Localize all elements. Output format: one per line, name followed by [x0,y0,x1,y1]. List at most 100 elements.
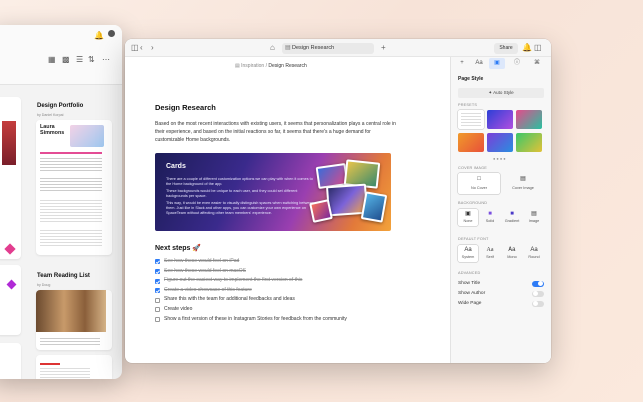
font-serif-option[interactable]: Aa Serif [480,245,500,262]
pagination-dots[interactable]: ●●●● [493,156,507,161]
todo-item[interactable]: Figure out the easiest way to implement … [155,276,347,286]
wide-page-row: Wide Page [458,299,544,308]
view-toggle-icon[interactable]: ▦ [48,55,56,64]
next-steps-heading[interactable]: Next steps 🚀 [155,244,201,252]
option-label: None [463,219,473,223]
more-icon[interactable]: ⋯ [102,55,110,64]
background-image-option[interactable]: ▤ Image [524,209,544,226]
avatar[interactable] [108,30,115,37]
bell-icon[interactable]: 🔔 [522,42,532,54]
magic-icon: ✦ [488,90,493,95]
page-card[interactable] [0,343,21,379]
address-text: Design Research [292,45,335,51]
checkbox[interactable] [155,278,160,284]
checkbox[interactable] [155,288,160,294]
page-title[interactable]: Design Research [155,103,216,112]
background-solid-option[interactable]: ■ Solid [480,209,500,226]
bell-icon[interactable]: 🔔 [94,31,104,40]
settings-icon[interactable]: ⌘ [529,58,545,69]
forward-icon[interactable]: › [151,42,154,54]
sidebar-toggle-icon[interactable]: ◫ [131,42,139,54]
preset-swatch[interactable] [458,133,484,152]
todo-label: Share this with the team for additional … [164,296,295,303]
font-sample: Aa [486,247,494,253]
image-icon: ▤ [531,211,537,217]
cover-image-icon: ▤ [520,176,526,182]
font-round-option[interactable]: Aa Round [524,245,544,262]
next-steps-list: See how these would feel on iPad See how… [155,257,347,324]
cover-image-option[interactable]: ▤ Cover Image [502,173,544,194]
preset-swatch[interactable] [487,133,513,152]
info-icon[interactable]: ⓘ [509,58,525,69]
todo-item[interactable]: Create a video showcase of this feature [155,286,347,296]
page-style-icon[interactable]: ▣ [489,58,505,69]
todo-item[interactable]: See how these would feel on iPad [155,257,347,267]
new-tab-icon[interactable]: + [381,42,386,54]
preset-swatch[interactable] [516,110,542,129]
font-system-option[interactable]: Aa System [458,245,478,262]
no-cover-option[interactable]: □ No Cover [458,173,500,194]
cards-banner[interactable]: Cards There are a couple of different cu… [155,153,391,231]
background-gradient-option[interactable]: ■ Gradient [502,209,522,226]
todo-item[interactable]: Show a first version of these in Instagr… [155,315,347,325]
reading-list-card[interactable] [36,290,112,350]
layout-icon[interactable]: ◫ [534,42,542,54]
breadcrumb-separator: / [265,63,267,69]
checkbox[interactable] [155,297,160,303]
text-style-icon[interactable]: Aa [471,58,487,69]
portfolio-card[interactable]: Laura Simmons [36,120,112,255]
background-none-option[interactable]: ▣ None [458,209,478,226]
todo-label: Figure out the easiest way to implement … [164,277,303,284]
sort-icon[interactable]: ⇅ [88,55,95,64]
page-icon: ▤ [235,63,240,69]
document: ▤ Inspiration / Design Research Design R… [125,57,450,363]
page-style-panel: + Aa ▣ ⓘ ⌘ Page Style ✦ Auto Style PRESE… [450,57,551,363]
todo-label: See how these would feel on iPad [164,258,240,264]
toggle-label: Wide Page [458,301,482,306]
background-window: 🔔 ▦ ▩ ☰ ⇅ ⋯ Design Portfolio by Daniel K… [0,25,122,379]
page-card[interactable] [0,97,21,259]
todo-label: Create a video showcase of this feature [164,286,252,293]
option-label: Mono [507,255,517,259]
breadcrumb-parent[interactable]: Inspiration [241,63,264,69]
page-card[interactable] [36,355,112,379]
page-card[interactable] [0,265,21,335]
option-label: Cover Image [512,186,534,190]
auto-style-button[interactable]: ✦ Auto Style [458,88,544,98]
background-window-toolbar: 🔔 ▦ ▩ ☰ ⇅ ⋯ [0,25,122,85]
add-icon[interactable]: + [454,58,470,69]
option-label: Solid [485,219,495,223]
preset-swatch[interactable] [516,133,542,152]
intro-paragraph[interactable]: Based on the most recent interactions wi… [155,121,397,144]
address-bar[interactable]: ▤ Design Research [282,43,374,54]
checkbox[interactable] [155,268,160,274]
breadcrumb-current: Design Research [268,63,307,69]
window-toolbar: ◫ ‹ › ⌂ ▤ Design Research + Share 🔔 ◫ [125,39,551,57]
preset-swatch[interactable] [458,110,484,129]
grid-icon[interactable]: ▩ [62,55,70,64]
wide-page-toggle[interactable] [532,300,544,307]
show-author-toggle[interactable] [532,290,544,297]
toggle-label: Show Author [458,291,486,296]
banner-title: Cards [166,163,186,170]
todo-item[interactable]: Create video [155,305,347,315]
card-title: Team Reading List [37,273,90,279]
todo-item[interactable]: Share this with the team for additional … [155,295,347,305]
preset-swatch[interactable] [487,110,513,129]
share-button[interactable]: Share [494,43,518,54]
none-icon: ▣ [465,211,471,217]
todo-label: Show a first version of these in Instagr… [164,315,347,322]
todo-label: See how these would feel on macOS [164,267,246,274]
home-icon[interactable]: ⌂ [270,42,275,54]
banner-text: This way, it would be even easier to vis… [166,201,314,215]
page-icon: ▤ [285,45,291,51]
checkbox[interactable] [155,316,160,322]
checkbox[interactable] [155,307,160,313]
show-title-toggle[interactable] [532,280,544,287]
font-mono-option[interactable]: Aa Mono [502,245,522,262]
back-icon[interactable]: ‹ [140,42,143,54]
todo-item[interactable]: See how these would feel on macOS [155,267,347,277]
list-icon[interactable]: ☰ [76,55,83,64]
checkbox[interactable] [155,259,160,265]
background-label: BACKGROUND [458,201,488,205]
